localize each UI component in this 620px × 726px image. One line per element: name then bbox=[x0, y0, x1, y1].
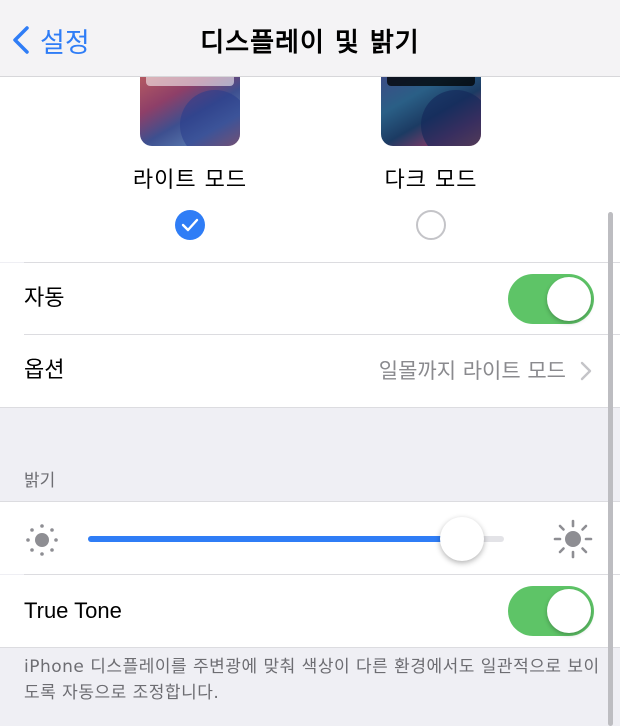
light-mode-checkmark[interactable] bbox=[175, 210, 205, 240]
true-tone-row: True Tone bbox=[0, 575, 620, 647]
chevron-right-icon bbox=[580, 361, 592, 381]
auto-label: 자동 bbox=[24, 286, 65, 311]
options-row[interactable]: 옵션 일몰까지 라이트 모드 bbox=[0, 335, 620, 407]
appearance-section: 라이트 모드 다크 모드 bbox=[0, 76, 620, 262]
brightness-header: 밝기 bbox=[24, 471, 56, 491]
dark-mode-option[interactable]: 다크 모드 bbox=[351, 76, 511, 240]
true-tone-footnote: iPhone 디스플레이를 주변광에 맞춰 색상이 다른 환경에서도 일관적으로… bbox=[24, 657, 600, 703]
sun-small-icon bbox=[26, 524, 58, 556]
brightness-slider-fill bbox=[88, 536, 463, 542]
options-label: 옵션 bbox=[24, 358, 65, 383]
dark-mode-label: 다크 모드 bbox=[384, 168, 478, 193]
dark-mode-preview bbox=[381, 76, 481, 146]
light-mode-label: 라이트 모드 bbox=[132, 168, 248, 193]
divider bbox=[0, 647, 620, 648]
true-tone-toggle[interactable] bbox=[508, 586, 594, 636]
auto-row: 자동 bbox=[0, 263, 620, 335]
navigation-bar: 설정 디스플레이 및 밝기 bbox=[0, 0, 620, 77]
dark-mode-radio[interactable] bbox=[416, 210, 446, 240]
options-value: 일몰까지 라이트 모드 bbox=[378, 359, 566, 383]
checkmark-icon bbox=[181, 218, 199, 232]
brightness-slider[interactable] bbox=[88, 517, 504, 561]
sun-large-icon bbox=[553, 519, 593, 559]
auto-toggle[interactable] bbox=[508, 274, 594, 324]
divider bbox=[0, 407, 620, 408]
light-mode-preview bbox=[140, 76, 240, 146]
true-tone-label: True Tone bbox=[24, 598, 122, 623]
light-mode-option[interactable]: 라이트 모드 bbox=[110, 76, 270, 240]
page-title: 디스플레이 및 밝기 bbox=[200, 28, 420, 58]
scrollbar[interactable] bbox=[608, 212, 613, 726]
